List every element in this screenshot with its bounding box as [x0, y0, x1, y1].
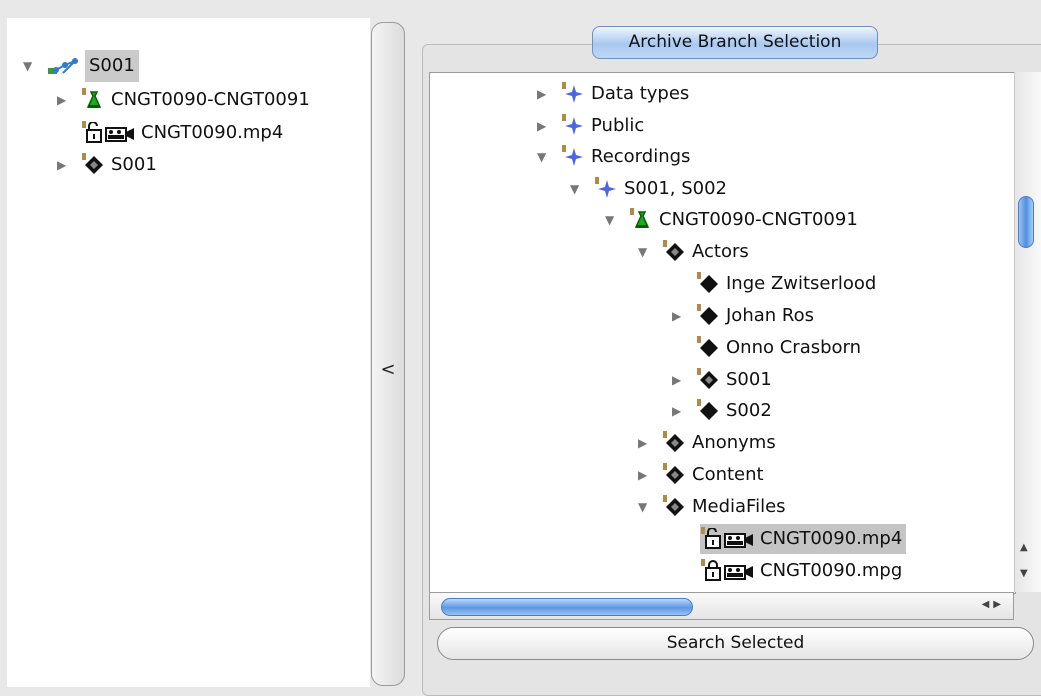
collapsed-triangle-icon[interactable]: ▶: [537, 79, 561, 109]
left-tree-node-label: CNGT0090-CNGT0091: [111, 89, 310, 110]
archive-node-label: CNGT0090.mpg: [760, 560, 903, 581]
gray-diamond-icon: [662, 239, 688, 265]
archive-node-inge-zwitserlood[interactable]: Inge Zwitserlood: [696, 269, 876, 299]
archive-node-anonyms[interactable]: ▶ Anonyms: [638, 428, 776, 458]
collapsed-triangle-icon[interactable]: ▶: [57, 150, 81, 180]
vertical-scrollbar[interactable]: ▲ ▼: [1014, 72, 1041, 592]
left-tree-node-s001-actor[interactable]: ▶ S001: [57, 150, 157, 180]
corpus-star-icon: [561, 144, 587, 170]
archive-node-label: Content: [692, 464, 764, 485]
left-tree-node-mediafile[interactable]: CNGT0090.mp4: [81, 118, 283, 148]
black-diamond-icon: [696, 271, 722, 297]
unlocked-video-file-icon: [700, 526, 756, 552]
collapsed-triangle-icon[interactable]: ▶: [638, 460, 662, 490]
archive-node-label: CNGT0090-CNGT0091: [659, 209, 858, 230]
search-selected-button[interactable]: Search Selected: [437, 627, 1034, 660]
archive-node-s001[interactable]: ▶ S001: [672, 365, 772, 395]
gray-diamond-icon: [696, 367, 722, 393]
archive-node-onno-crasborn[interactable]: Onno Crasborn: [696, 333, 861, 363]
scroll-up-arrow-icon[interactable]: ▲: [1020, 542, 1028, 553]
archive-node-label: S001, S002: [624, 178, 728, 199]
black-diamond-icon: [696, 303, 722, 329]
archive-node-label: Public: [591, 115, 645, 136]
archive-node-mpg[interactable]: CNGT0090.mpg: [700, 556, 902, 586]
archive-node-mediafiles[interactable]: ▼ MediaFiles: [638, 492, 786, 522]
archive-node-content[interactable]: ▶ Content: [638, 460, 764, 490]
archive-node-s002[interactable]: ▶ S002: [672, 396, 772, 426]
gray-diamond-icon: [662, 494, 688, 520]
archive-node-label: Data types: [591, 83, 690, 104]
left-tree-node-label: S001: [111, 154, 157, 175]
scroll-down-arrow-icon[interactable]: ▼: [1020, 568, 1028, 579]
collapse-arrow-button[interactable]: <: [372, 359, 404, 380]
archive-node-recordings[interactable]: ▼ Recordings: [537, 142, 690, 172]
collapsed-triangle-icon[interactable]: ▶: [57, 85, 81, 115]
black-diamond-icon: [696, 398, 722, 424]
expanded-triangle-icon[interactable]: ▼: [570, 174, 594, 204]
archive-node-label: Anonyms: [692, 432, 776, 453]
expanded-triangle-icon[interactable]: ▼: [537, 142, 561, 172]
left-tree-node-label: CNGT0090.mp4: [141, 122, 284, 143]
archive-node-s001-s002[interactable]: ▼ S001, S002: [570, 174, 727, 204]
archive-node-public[interactable]: ▶ Public: [537, 111, 644, 141]
corpus-star-icon: [594, 176, 620, 202]
archive-node-session[interactable]: ▼ CNGT0090-CNGT0091: [605, 205, 858, 235]
gray-diamond-icon: [662, 462, 688, 488]
locked-video-file-icon: [700, 558, 756, 584]
archive-tree[interactable]: ▶ Data types ▶ Public ▼ Recordings ▼ S00…: [429, 72, 1016, 594]
archive-node-label: CNGT0090.mp4: [760, 528, 903, 549]
archive-node-label: Recordings: [591, 146, 691, 167]
archive-node-label: Actors: [692, 241, 749, 262]
network-corpus-icon: [47, 53, 81, 79]
gray-diamond-icon: [662, 430, 688, 456]
scroll-left-right-arrows-icon[interactable]: ◀▶: [982, 599, 1005, 610]
corpus-star-icon: [561, 113, 587, 139]
collapsed-triangle-icon[interactable]: ▶: [672, 396, 696, 426]
expanded-triangle-icon[interactable]: ▼: [23, 51, 47, 81]
corpus-star-icon: [561, 81, 587, 107]
horizontal-scrollbar[interactable]: ◀▶: [429, 592, 1014, 620]
left-tree-node-session[interactable]: ▶ CNGT0090-CNGT0091: [57, 85, 310, 115]
gray-diamond-icon: [81, 152, 107, 178]
expanded-triangle-icon[interactable]: ▼: [638, 237, 662, 267]
archive-node-label: S002: [726, 400, 772, 421]
vertical-scroll-thumb[interactable]: [1018, 196, 1034, 248]
expanded-triangle-icon[interactable]: ▼: [605, 205, 629, 235]
archive-node-label: Inge Zwitserlood: [726, 273, 877, 294]
session-bag-icon: [629, 207, 655, 233]
archive-node-actors[interactable]: ▼ Actors: [638, 237, 749, 267]
collapsed-triangle-icon[interactable]: ▶: [537, 111, 561, 141]
archive-node-mp4-selected[interactable]: CNGT0090.mp4: [700, 524, 907, 554]
archive-node-johan-ros[interactable]: ▶ Johan Ros: [672, 301, 814, 331]
archive-node-label: MediaFiles: [692, 496, 786, 517]
split-pane-divider[interactable]: <: [371, 22, 405, 686]
archive-branch-title: Archive Branch Selection: [592, 26, 878, 59]
black-diamond-icon: [696, 335, 722, 361]
archive-node-label: Johan Ros: [726, 305, 814, 326]
session-bag-icon: [81, 87, 107, 113]
archive-node-data-types[interactable]: ▶ Data types: [537, 79, 689, 109]
unlocked-video-file-icon: [81, 120, 137, 146]
expanded-triangle-icon[interactable]: ▼: [638, 492, 662, 522]
left-tree-node-s001-root[interactable]: ▼ S001: [23, 50, 139, 82]
archive-node-label: S001: [726, 369, 772, 390]
horizontal-scroll-thumb[interactable]: [441, 598, 693, 616]
collapsed-triangle-icon[interactable]: ▶: [672, 365, 696, 395]
left-tree-node-label: S001: [85, 50, 139, 82]
collapsed-triangle-icon[interactable]: ▶: [672, 301, 696, 331]
local-tree-panel: ▼ S001 ▶ CNGT0090-CNGT0091 CNGT0090.mp4 …: [7, 18, 370, 687]
collapsed-triangle-icon[interactable]: ▶: [638, 428, 662, 458]
archive-node-label: Onno Crasborn: [726, 337, 862, 358]
